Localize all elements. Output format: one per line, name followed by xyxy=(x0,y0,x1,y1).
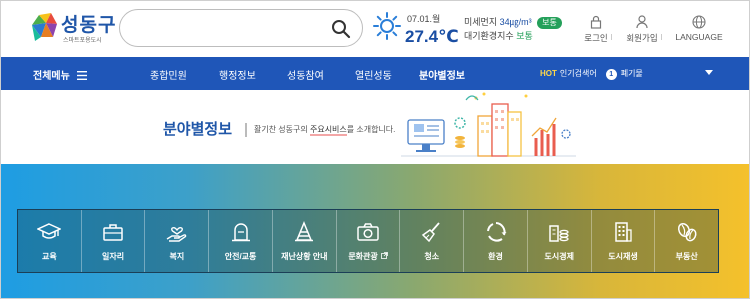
category-label: 부동산 xyxy=(675,252,698,261)
all-menu-button[interactable]: 전체메뉴 xyxy=(33,67,87,82)
search-button[interactable] xyxy=(330,18,352,40)
search-icon xyxy=(332,20,351,39)
language-selector[interactable]: LANGUAGE xyxy=(664,15,734,42)
category-label: 재난상황 안내 xyxy=(281,252,328,261)
category-label: 도시재생 xyxy=(608,252,638,261)
category-label: 복지 xyxy=(169,252,185,261)
graduation-cap-icon xyxy=(37,223,62,239)
air-quality: 미세먼지 34㎍/m³ 보통 대기환경지수 보통 xyxy=(464,15,562,43)
building-icon xyxy=(615,222,632,242)
warning-cone-icon xyxy=(295,221,314,242)
category-education[interactable]: 교육 xyxy=(18,210,82,272)
logo-name: 성동구 xyxy=(61,14,117,36)
category-jobs[interactable]: 일자리 xyxy=(81,210,146,272)
weather-temperature: 27.4℃ xyxy=(405,27,459,46)
category-label: 교육 xyxy=(42,252,57,261)
lock-icon xyxy=(590,15,602,29)
category-cleaning[interactable]: 청소 xyxy=(400,210,465,272)
search-input[interactable] xyxy=(132,18,322,38)
hamburger-icon xyxy=(76,71,87,80)
nav-item-admin-info[interactable]: 행정정보 xyxy=(219,67,256,82)
briefcase-icon xyxy=(103,224,123,241)
weather-date: 07.01.월 xyxy=(407,14,441,24)
category-grid: 교육 일자리 복지 안전/교통 재난상황 안내 문화관광 청소 환경 도시경제 … xyxy=(17,209,719,273)
util-divider xyxy=(661,34,662,40)
broom-icon xyxy=(421,222,440,243)
category-environment[interactable]: 환경 xyxy=(464,210,528,272)
fine-dust-status-badge: 보통 xyxy=(537,17,562,29)
air-index-label: 대기환경지수 xyxy=(464,31,514,41)
site-logo[interactable]: 성동구 스마트포용도시 xyxy=(29,7,124,49)
city-illustration-icon xyxy=(401,92,576,157)
category-label: 환경 xyxy=(488,252,503,261)
category-label: 문화관광 xyxy=(337,251,400,262)
category-culture-tourism[interactable]: 문화관광 xyxy=(336,210,401,272)
recycle-icon xyxy=(486,222,506,242)
nav-item-participation[interactable]: 성동참여 xyxy=(287,67,324,82)
globe-icon xyxy=(692,15,706,29)
all-menu-label: 전체메뉴 xyxy=(33,71,70,82)
hot-label: HOT xyxy=(540,69,557,78)
main-nav: 전체메뉴 종합민원 행정정보 성동참여 열린성동 분야별정보 HOT 인기검색어 1… xyxy=(1,57,749,90)
category-label: 청소 xyxy=(424,252,440,261)
hot-rank: 1 xyxy=(605,69,617,80)
logo-subtitle: 스마트포용도시 xyxy=(63,38,102,44)
air-index-status: 보통 xyxy=(516,31,533,41)
category-urban-regeneration[interactable]: 도시재생 xyxy=(591,210,656,272)
caret-down-icon[interactable] xyxy=(705,70,713,76)
popular-search-ticker[interactable]: HOT 인기검색어 1 폐기물 xyxy=(540,68,643,80)
language-label: LANGUAGE xyxy=(675,32,723,42)
category-safety-traffic[interactable]: 안전/교통 xyxy=(209,210,273,272)
category-real-estate[interactable]: 부동산 xyxy=(655,210,719,272)
external-link-icon xyxy=(380,252,388,259)
sun-icon xyxy=(373,12,401,40)
city-coins-icon xyxy=(549,225,569,242)
category-disaster[interactable]: 재난상황 안내 xyxy=(272,210,337,272)
user-icon xyxy=(636,15,648,29)
coffee-beans-icon xyxy=(677,222,697,242)
camera-icon xyxy=(357,223,379,241)
nav-item-civil-service[interactable]: 종합민원 xyxy=(150,67,187,82)
logo-emblem-icon xyxy=(32,13,57,41)
category-label: 일자리 xyxy=(102,252,125,261)
category-label: 도시경제 xyxy=(544,252,574,261)
banner-description: 활기찬 성동구의 주요시비스를 소개합니다. xyxy=(254,125,396,136)
category-label: 안전/교통 xyxy=(224,252,257,261)
page-title: 분야별정보 xyxy=(163,121,233,138)
fine-dust-label: 미세먼지 xyxy=(464,17,498,27)
hot-text: 인기검색어 xyxy=(559,69,597,78)
tombstone-shield-icon xyxy=(231,223,250,242)
title-divider xyxy=(245,123,247,137)
hand-heart-icon xyxy=(166,227,187,242)
nav-item-field-info[interactable]: 분야별정보 xyxy=(419,67,465,82)
header: 성동구 스마트포용도시 07.01.월 27.4℃ 미세먼지 34㎍/m³ 보통… xyxy=(1,1,749,56)
hot-keyword: 폐기물 xyxy=(620,69,643,78)
nav-item-open-seongdong[interactable]: 열린성동 xyxy=(355,67,392,82)
section-banner: 분야별정보 활기찬 성동구의 주요시비스를 소개합니다. xyxy=(1,90,749,164)
category-welfare[interactable]: 복지 xyxy=(145,210,210,272)
fine-dust-value: 34㎍/m³ xyxy=(499,17,532,27)
category-urban-economy[interactable]: 도시경제 xyxy=(527,210,592,272)
search-box xyxy=(119,9,363,47)
